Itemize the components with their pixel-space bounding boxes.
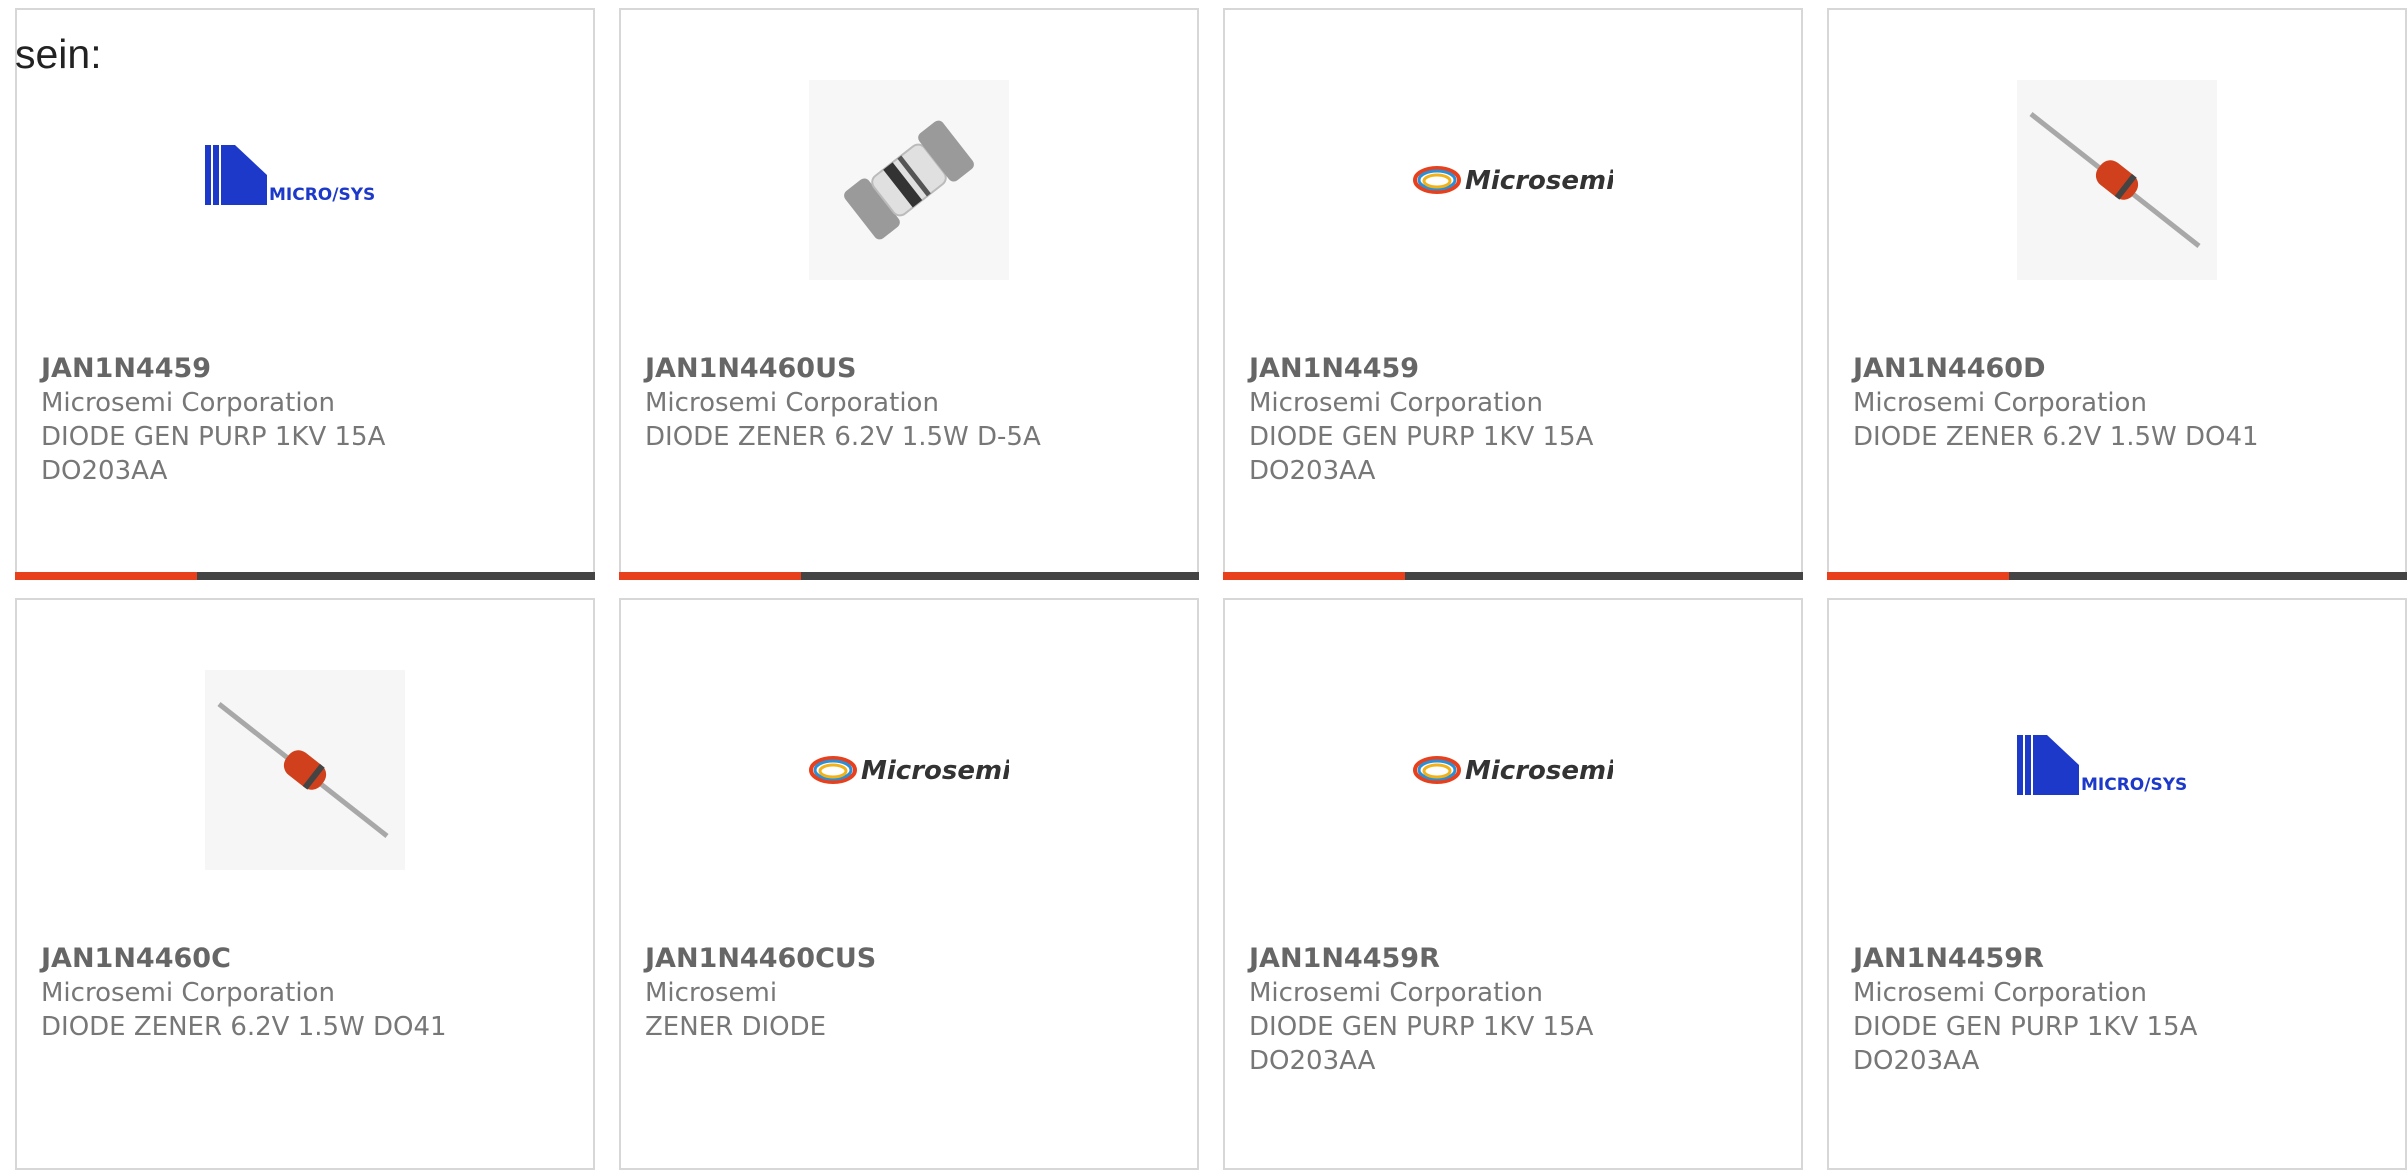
product-grid: MICRO/SYS JAN1N4459 Microsemi Corporatio… (15, 8, 2407, 1170)
manufacturer: Microsemi Corporation (41, 388, 335, 418)
product-card[interactable]: MICRO/SYS JAN1N4459R Microsemi Corporati… (1827, 598, 2407, 1170)
manufacturer: Microsemi Corporation (1853, 978, 2147, 1008)
description: DIODE GEN PURP 1KV 15A DO203AA (41, 422, 386, 486)
card-accent (1223, 572, 1405, 580)
description: DIODE GEN PURP 1KV 15A DO203AA (1853, 1012, 2198, 1076)
part-number[interactable]: JAN1N4459 (41, 352, 211, 386)
svg-text:MICRO/SYS: MICRO/SYS (269, 185, 375, 205)
microsemi-logo-image[interactable]: Microsemi (809, 670, 1009, 870)
svg-text:Microsemi: Microsemi (1465, 756, 1613, 786)
part-number[interactable]: JAN1N4460D (1853, 352, 2045, 386)
axial-diode-photo[interactable] (205, 670, 405, 870)
microsys-logo-image[interactable]: MICRO/SYS (2017, 670, 2217, 870)
description: DIODE ZENER 6.2V 1.5W DO41 (1853, 422, 2259, 452)
card-accent (15, 572, 197, 580)
manufacturer: Microsemi Corporation (1853, 388, 2147, 418)
svg-text:Microsemi: Microsemi (861, 756, 1009, 786)
card-bottom-bar (1223, 572, 1803, 580)
card-bottom-bar (1827, 572, 2407, 580)
axial-diode-photo[interactable] (2017, 80, 2217, 280)
product-card[interactable]: Microsemi JAN1N4460CUS Microsemi ZENER D… (619, 598, 1199, 1170)
smd-diode-photo[interactable] (809, 80, 1009, 280)
intro-text: sein: (15, 31, 102, 77)
description: ZENER DIODE (645, 1012, 827, 1042)
part-number[interactable]: JAN1N4459 (1249, 352, 1419, 386)
description: DIODE ZENER 6.2V 1.5W D-5A (645, 422, 1041, 452)
part-number[interactable]: JAN1N4459R (1853, 942, 2044, 976)
part-number[interactable]: JAN1N4460US (645, 352, 856, 386)
product-card[interactable]: JAN1N4460US Microsemi Corporation DIODE … (619, 8, 1199, 580)
part-number[interactable]: JAN1N4460C (41, 942, 231, 976)
manufacturer: Microsemi (645, 978, 778, 1008)
part-number[interactable]: JAN1N4459R (1249, 942, 1440, 976)
manufacturer: Microsemi Corporation (645, 388, 939, 418)
svg-text:MICRO/SYS: MICRO/SYS (2081, 775, 2187, 795)
microsemi-logo-image[interactable]: Microsemi (1413, 670, 1613, 870)
description: DIODE GEN PURP 1KV 15A DO203AA (1249, 422, 1594, 486)
product-card[interactable]: JAN1N4460C Microsemi Corporation DIODE Z… (15, 598, 595, 1170)
card-accent (1827, 572, 2009, 580)
svg-text:Microsemi: Microsemi (1465, 166, 1613, 196)
manufacturer: Microsemi Corporation (1249, 978, 1543, 1008)
microsemi-logo-image[interactable]: Microsemi (1413, 80, 1613, 280)
microsys-logo-image[interactable]: MICRO/SYS (205, 80, 405, 280)
card-bottom-bar (619, 572, 1199, 580)
product-card[interactable]: Microsemi JAN1N4459 Microsemi Corporatio… (1223, 8, 1803, 580)
product-card[interactable]: Microsemi JAN1N4459R Microsemi Corporati… (1223, 598, 1803, 1170)
manufacturer: Microsemi Corporation (1249, 388, 1543, 418)
card-bottom-bar (15, 572, 595, 580)
description: DIODE GEN PURP 1KV 15A DO203AA (1249, 1012, 1594, 1076)
product-card[interactable]: JAN1N4460D Microsemi Corporation DIODE Z… (1827, 8, 2407, 580)
description: DIODE ZENER 6.2V 1.5W DO41 (41, 1012, 447, 1042)
product-card[interactable]: MICRO/SYS JAN1N4459 Microsemi Corporatio… (15, 8, 595, 580)
manufacturer: Microsemi Corporation (41, 978, 335, 1008)
card-accent (619, 572, 801, 580)
part-number[interactable]: JAN1N4460CUS (645, 942, 876, 976)
